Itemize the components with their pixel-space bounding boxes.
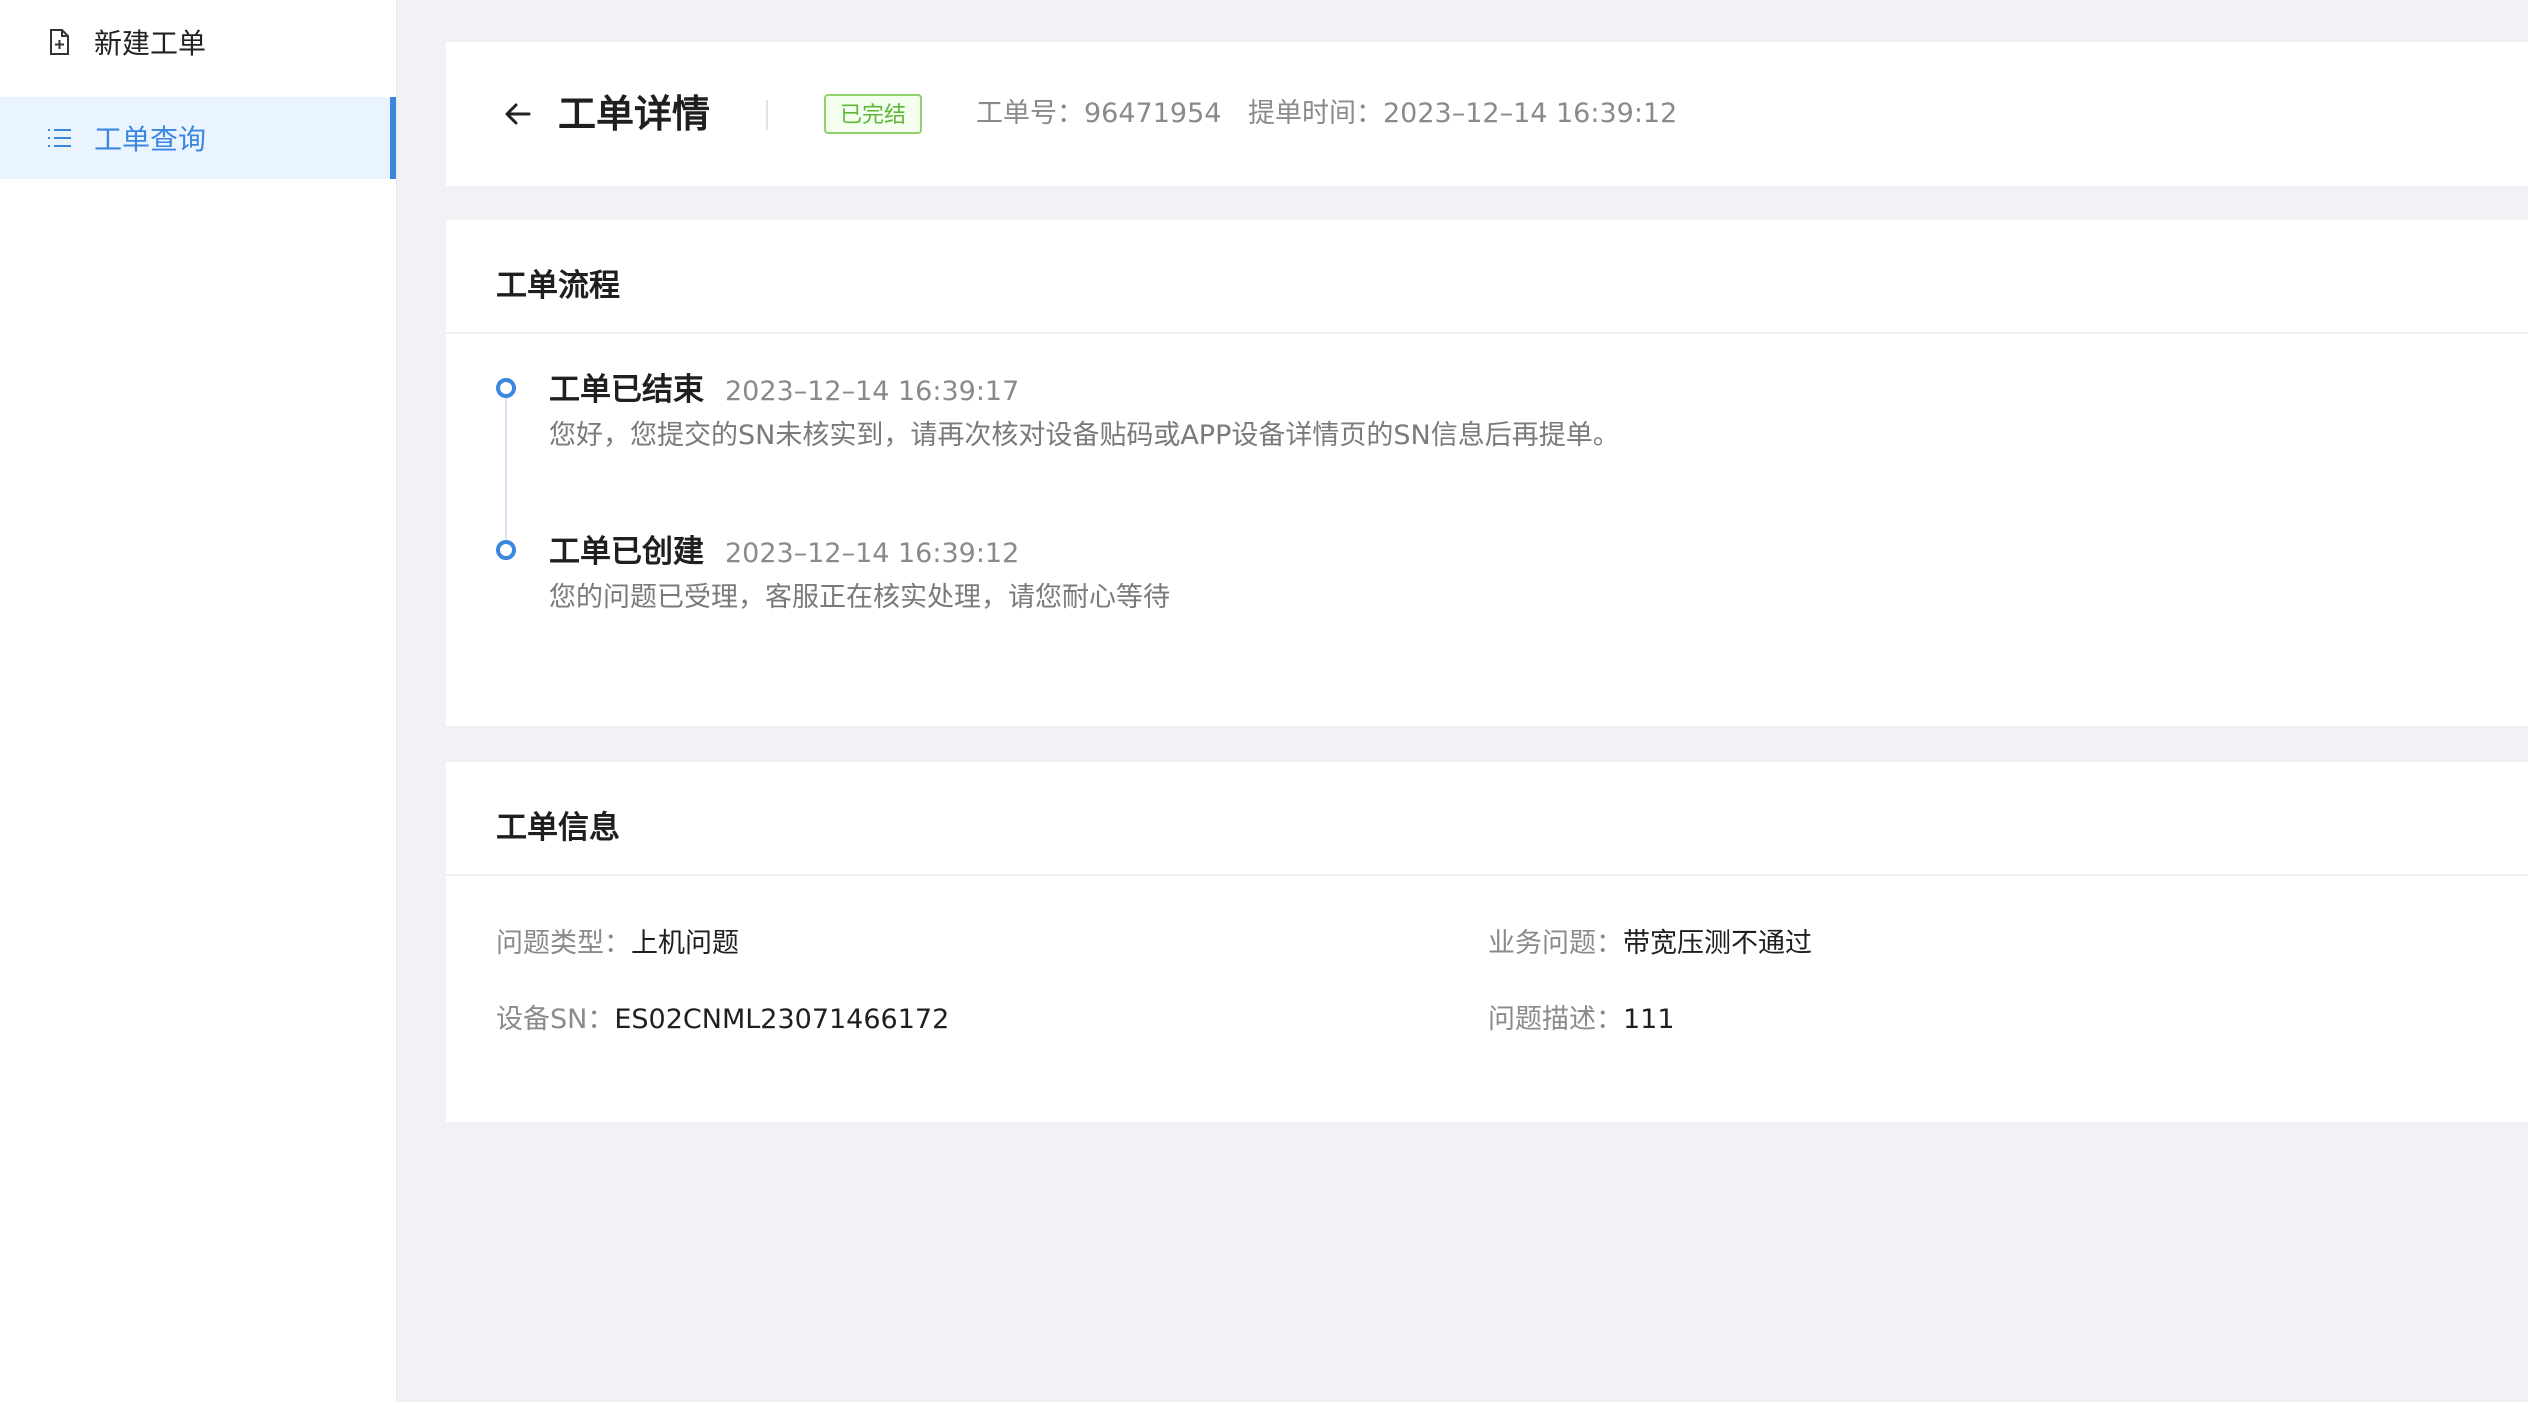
- field-value: ES02CNML23071466172: [614, 1004, 950, 1035]
- timeline-event-desc: 您的问题已受理，客服正在核实处理，请您耐心等待: [549, 582, 1170, 613]
- submit-time-value: 2023–12–14 16:39:12: [1383, 98, 1678, 129]
- sidebar-item-ticket-query[interactable]: 工单查询: [0, 97, 396, 179]
- detail-header: 工单详情 已完结 工单号：96471954 提单时间：2023–12–14 16…: [446, 42, 2528, 186]
- back-arrow-icon[interactable]: [494, 90, 542, 138]
- sidebar-item-new-ticket[interactable]: 新建工单: [0, 1, 396, 83]
- ticket-flow-card: 工单流程 工单已结束 2023–12–14 16:39:17 您好，您提交的SN…: [446, 220, 2528, 726]
- timeline-dot: [496, 540, 516, 560]
- field-label: 设备SN：: [496, 1004, 615, 1035]
- field-business-issue: 业务问题：带宽压测不通过: [1488, 924, 1812, 964]
- submit-time: 提单时间：2023–12–14 16:39:12: [1248, 94, 1677, 134]
- page-title: 工单详情: [558, 92, 711, 136]
- list-icon: [44, 123, 74, 153]
- order-number-label: 工单号：: [976, 98, 1084, 129]
- field-problem-desc: 问题描述：111: [1488, 1000, 1675, 1040]
- sidebar: 新建工单 工单查询: [0, 0, 397, 1402]
- ticket-info-card: 工单信息 问题类型：上机问题 业务问题：带宽压测不通过 设备SN：ES02CNM…: [446, 762, 2528, 1122]
- title-divider: [766, 100, 768, 130]
- field-value: 上机问题: [631, 928, 739, 959]
- field-label: 问题描述：: [1488, 1004, 1623, 1035]
- timeline-event-time: 2023–12–14 16:39:12: [725, 538, 1020, 569]
- field-problem-type: 问题类型：上机问题: [496, 924, 739, 964]
- sidebar-item-label: 工单查询: [94, 123, 207, 156]
- field-device-sn: 设备SN：ES02CNML23071466172: [496, 1000, 949, 1040]
- field-label: 业务问题：: [1488, 928, 1623, 959]
- file-plus-icon: [44, 27, 74, 57]
- timeline-event-title: 工单已结束: [549, 372, 704, 408]
- order-number: 工单号：96471954: [976, 94, 1221, 134]
- timeline-dot: [496, 378, 516, 398]
- timeline-event-time: 2023–12–14 16:39:17: [725, 376, 1020, 407]
- field-value: 111: [1623, 1004, 1675, 1035]
- order-number-value: 96471954: [1084, 98, 1222, 129]
- section-title: 工单信息: [496, 810, 620, 846]
- timeline-event-desc: 您好，您提交的SN未核实到，请再次核对设备贴码或APP设备详情页的SN信息后再提…: [549, 420, 1620, 451]
- timeline-event-title: 工单已创建: [549, 534, 704, 570]
- divider: [446, 332, 2528, 334]
- section-title: 工单流程: [496, 268, 620, 304]
- submit-time-label: 提单时间：: [1248, 98, 1383, 129]
- sidebar-item-label: 新建工单: [94, 27, 207, 60]
- field-value: 带宽压测不通过: [1623, 928, 1812, 959]
- status-badge: 已完结: [824, 94, 923, 134]
- field-label: 问题类型：: [496, 928, 631, 959]
- timeline-line: [505, 396, 507, 556]
- divider: [446, 874, 2528, 876]
